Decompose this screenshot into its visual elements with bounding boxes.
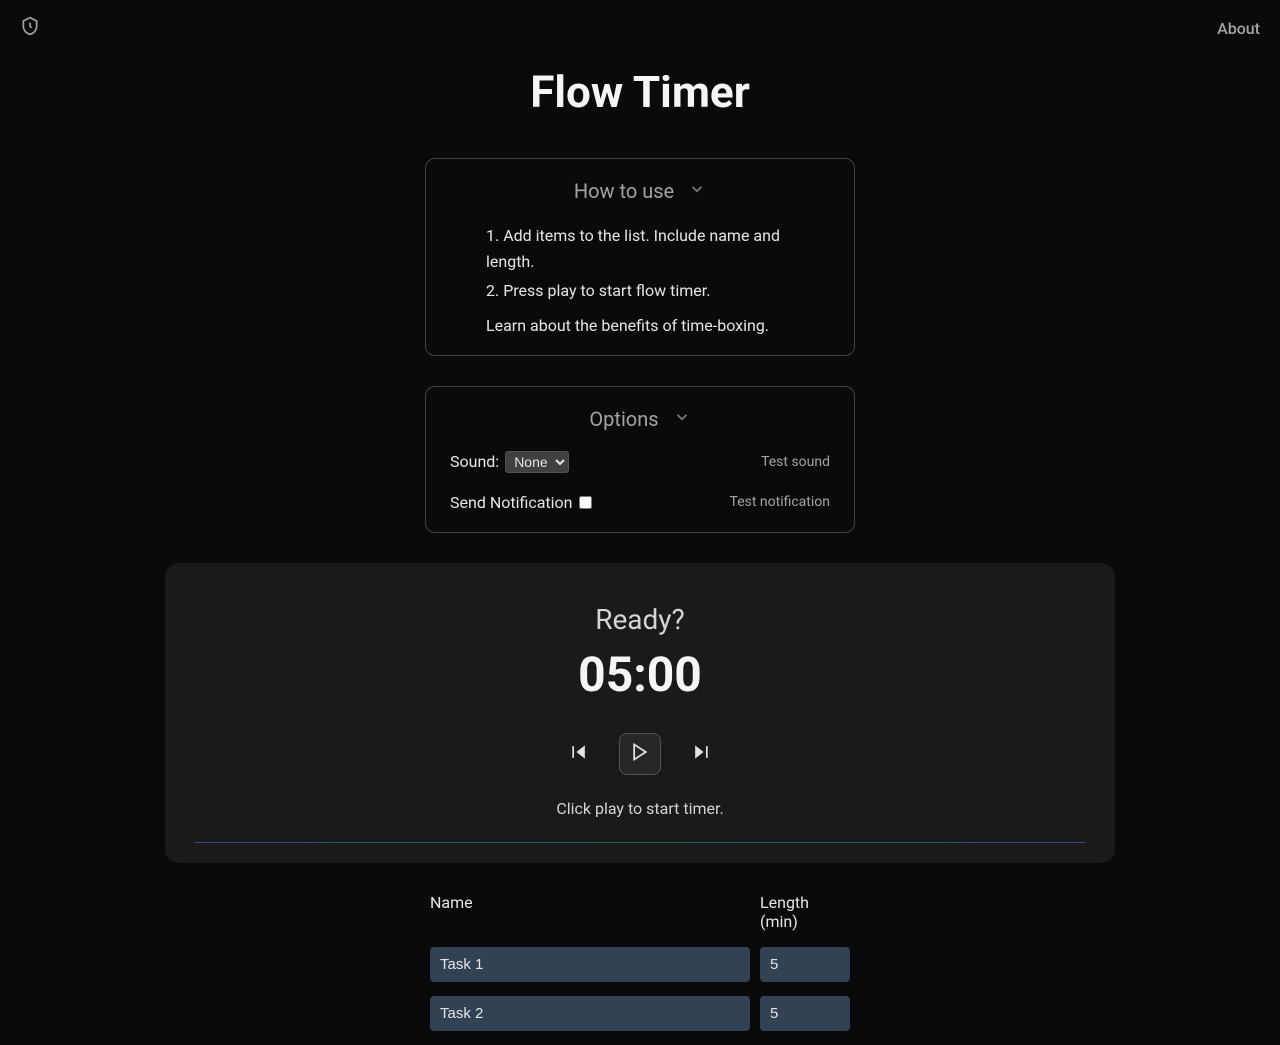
- chevron-down-icon: [673, 407, 691, 431]
- length-column-header: Length (min): [760, 893, 850, 931]
- timer-hint: Click play to start timer.: [195, 799, 1085, 818]
- notification-label: Send Notification: [450, 493, 573, 512]
- howto-toggle[interactable]: How to use: [450, 179, 830, 203]
- howto-heading: How to use: [574, 179, 674, 203]
- play-button[interactable]: [619, 733, 661, 775]
- divider: [195, 842, 1085, 843]
- notification-checkbox[interactable]: [579, 496, 592, 509]
- skip-back-icon: [569, 742, 589, 765]
- name-column-header: Name: [430, 893, 750, 931]
- options-toggle[interactable]: Options: [450, 407, 830, 431]
- test-sound-link[interactable]: Test sound: [761, 454, 830, 470]
- skip-forward-button[interactable]: [691, 742, 711, 765]
- options-card: Options Sound: None Test sound Send Noti…: [425, 386, 855, 533]
- timer-display: 05:00: [195, 646, 1085, 703]
- timer-panel: Ready? 05:00: [165, 563, 1115, 863]
- task-list: Name Length (min): [420, 893, 860, 1031]
- instruction-step: Press play to start flow timer.: [486, 278, 830, 304]
- task-length-input[interactable]: [760, 996, 850, 1031]
- page-title: Flow Timer: [0, 66, 1280, 118]
- task-row: [430, 996, 850, 1031]
- chevron-down-icon: [688, 179, 706, 203]
- options-heading: Options: [589, 407, 658, 431]
- benefits-link[interactable]: Learn about the benefits of time-boxing.: [450, 316, 830, 335]
- task-name-input[interactable]: [430, 996, 750, 1031]
- timer-status: Ready?: [195, 603, 1085, 636]
- sound-label: Sound:: [450, 452, 499, 471]
- task-name-input[interactable]: [430, 947, 750, 982]
- task-length-input[interactable]: [760, 947, 850, 982]
- sound-select[interactable]: None: [505, 451, 569, 473]
- howto-card: How to use Add items to the list. Includ…: [425, 158, 855, 356]
- instruction-step: Add items to the list. Include name and …: [486, 223, 830, 274]
- play-icon: [630, 742, 650, 765]
- skip-forward-icon: [691, 742, 711, 765]
- shield-clock-icon: [20, 16, 40, 40]
- skip-back-button[interactable]: [569, 742, 589, 765]
- instructions-list: Add items to the list. Include name and …: [450, 223, 830, 304]
- task-row: [430, 947, 850, 982]
- about-link[interactable]: About: [1217, 19, 1260, 38]
- test-notification-link[interactable]: Test notification: [730, 494, 830, 510]
